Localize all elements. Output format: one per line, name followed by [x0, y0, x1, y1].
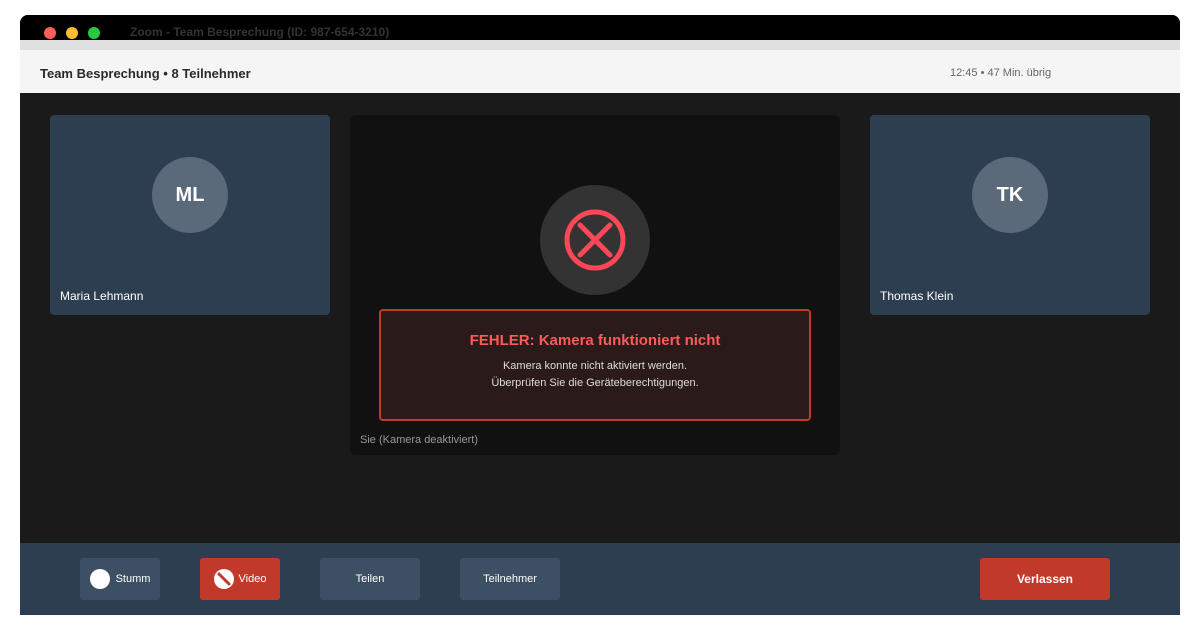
- error-detail: Kamera konnte nicht aktiviert werden.: [502, 360, 688, 372]
- participant-name: Thomas Klein: [880, 289, 954, 303]
- mute-label: Stumm: [115, 573, 151, 585]
- window-title: Zoom - Team Besprechung (ID: 987-654-321…: [130, 25, 390, 39]
- participant-tile-maria[interactable]: ML Maria Lehmann: [50, 115, 330, 315]
- video-button[interactable]: Video: [200, 558, 280, 600]
- error-title: FEHLER: Kamera funktioniert nicht: [469, 332, 721, 349]
- participant-tile-thomas[interactable]: TK Thomas Klein: [870, 115, 1150, 315]
- share-label: Teilen: [355, 573, 385, 585]
- camera-error-icon: [540, 185, 650, 295]
- self-view-tile[interactable]: FEHLER: Kamera funktioniert nicht Kamera…: [350, 115, 840, 455]
- mute-button[interactable]: Stumm: [80, 558, 160, 600]
- camera-error-message: FEHLER: Kamera funktioniert nicht Kamera…: [379, 309, 811, 421]
- avatar: TK: [972, 157, 1048, 233]
- leave-button[interactable]: Verlassen: [980, 558, 1110, 600]
- title-divider: [20, 40, 1180, 50]
- error-hint: Überprüfen Sie die Geräteberechtigungen.: [491, 377, 699, 389]
- meeting-toolbar: Stumm Video Teilen Teilnehmer Verlassen: [20, 543, 1180, 615]
- meeting-time: 12:45 • 47 Min. übrig: [950, 67, 1052, 79]
- participants-button[interactable]: Teilnehmer: [460, 558, 560, 600]
- video-label: Video: [238, 573, 267, 585]
- zoom-window: Zoom - Team Besprechung (ID: 987-654-321…: [20, 15, 1180, 615]
- participant-name: Maria Lehmann: [60, 289, 144, 303]
- leave-label: Verlassen: [1016, 572, 1074, 586]
- video-stage: ML Maria Lehmann FEHLER: Kamera funktion…: [20, 93, 1180, 543]
- avatar: ML: [152, 157, 228, 233]
- video-off-icon: [213, 569, 234, 589]
- meeting-header: Team Besprechung • 8 Teilnehmer 12:45 • …: [20, 50, 1180, 93]
- meeting-title: Team Besprechung • 8 Teilnehmer: [40, 66, 251, 81]
- self-view-label: Sie (Kamera deaktiviert): [360, 434, 478, 446]
- close-window-button[interactable]: [44, 27, 56, 39]
- microphone-icon: [89, 569, 110, 589]
- minimize-window-button[interactable]: [66, 27, 78, 39]
- maximize-window-button[interactable]: [88, 27, 100, 39]
- participants-label: Teilnehmer: [483, 573, 537, 585]
- title-bar: Zoom - Team Besprechung (ID: 987-654-321…: [20, 15, 1180, 40]
- share-button[interactable]: Teilen: [320, 558, 420, 600]
